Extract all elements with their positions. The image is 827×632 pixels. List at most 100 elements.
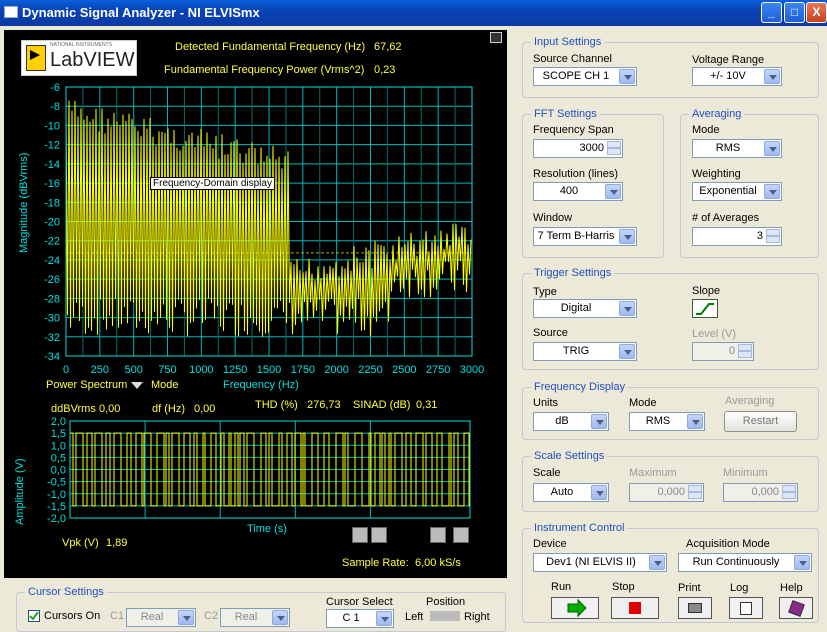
tooltip: Frequency-Domain display [150, 177, 275, 190]
spectrum-y-tick: -22 [44, 236, 60, 248]
weighting-label: Weighting [692, 168, 741, 180]
minimize-button[interactable]: _ [761, 2, 782, 23]
power-spectrum-label[interactable]: Power Spectrum [46, 379, 127, 391]
minimum-input[interactable]: 0,000 [723, 483, 798, 502]
weighting-select[interactable]: Exponential [692, 182, 782, 201]
device-select[interactable]: Dev1 (NI ELVIS II) [533, 553, 667, 572]
trigger-type-label: Type [533, 286, 557, 298]
print-button[interactable] [678, 597, 712, 619]
chevron-down-icon[interactable] [794, 555, 810, 570]
chevron-down-icon[interactable] [764, 184, 780, 199]
help-button[interactable] [779, 597, 813, 619]
restart-button[interactable]: Restart [724, 411, 797, 432]
close-button[interactable]: X [806, 2, 827, 23]
chevron-down-icon[interactable] [591, 485, 607, 500]
slope-rising-button[interactable] [692, 299, 718, 318]
resolution-label: Resolution (lines) [533, 168, 618, 180]
acq-mode-select[interactable]: Run Continuously [678, 553, 812, 572]
time-graph[interactable]: 2,01,51,00,50,0-0,5-1,0-1,5-2,000,0250,0… [4, 414, 507, 526]
x-autoscale-icon[interactable] [430, 527, 446, 543]
c1-label: C1 [110, 610, 125, 622]
spectrum-y-tick: -6 [50, 82, 60, 94]
spectrum-y-tick: -30 [44, 313, 60, 325]
fund-freq-label: Detected Fundamental Frequency (Hz) [175, 41, 366, 53]
device-label: Device [533, 538, 567, 550]
stop-button[interactable] [611, 597, 659, 619]
trigger-settings-title: Trigger Settings [531, 267, 615, 279]
spectrum-x-tick: 1750 [291, 364, 315, 376]
window-title: Dynamic Signal Analyzer - NI ELVISmx [22, 5, 260, 20]
num-averages-input[interactable]: 3 [692, 227, 782, 246]
spectrum-y-tick: -20 [44, 217, 60, 229]
y-autoscale-icon[interactable] [453, 527, 469, 543]
spectrum-y-tick: -18 [44, 197, 60, 209]
c1-select[interactable]: Real [126, 608, 196, 627]
instrument-control-title: Instrument Control [531, 522, 628, 534]
spectrum-y-tick: -26 [44, 274, 60, 286]
position-slider[interactable] [430, 611, 460, 621]
spectrum-x-tick: 1500 [257, 364, 281, 376]
power-spectrum-dropdown-icon[interactable] [131, 382, 143, 389]
avg-mode-select[interactable]: RMS [692, 139, 782, 158]
frequency-span-input[interactable]: 3000 [533, 139, 623, 158]
chevron-down-icon[interactable] [619, 344, 635, 359]
spectrum-y-tick: -16 [44, 178, 60, 190]
scale-select[interactable]: Auto [533, 483, 609, 502]
source-channel-select[interactable]: SCOPE CH 1 [533, 67, 637, 86]
printer-icon [688, 603, 702, 613]
chevron-down-icon[interactable] [687, 414, 703, 429]
time-y-tick: -0,5 [47, 477, 66, 489]
run-button[interactable] [551, 597, 599, 619]
fd-mode-select[interactable]: RMS [629, 412, 705, 431]
spectrum-y-tick: -14 [44, 159, 60, 171]
c2-select[interactable]: Real [220, 608, 290, 627]
title-bar[interactable]: Dynamic Signal Analyzer - NI ELVISmx _ □… [0, 0, 827, 26]
time-y-tick: 0,0 [51, 465, 66, 477]
restore-graph-icon[interactable] [490, 32, 502, 43]
trigger-source-label: Source [533, 327, 568, 339]
spectrum-graph[interactable]: -6 -8 -10 -12 -14 -16 -18 -20 -22 -24 -26 -28 -30 -32… [4, 80, 507, 380]
zoom-tool-icon[interactable] [371, 527, 387, 543]
time-x-label: Time (s) [247, 523, 287, 535]
chevron-down-icon[interactable] [649, 555, 665, 570]
time-y-tick: -1,0 [47, 489, 66, 501]
trigger-type-select[interactable]: Digital [533, 299, 637, 318]
resolution-select[interactable]: 400 [533, 182, 623, 201]
chevron-down-icon[interactable] [605, 184, 621, 199]
chevron-down-icon[interactable] [178, 610, 194, 625]
spectrum-x-tick: 500 [124, 364, 142, 376]
crosshair-tool-icon[interactable] [352, 527, 368, 543]
spectrum-y-tick: -24 [44, 255, 60, 267]
window-label: Window [533, 212, 573, 224]
cursors-on-checkbox[interactable] [28, 610, 40, 622]
spectrum-y-tick: -28 [44, 293, 60, 305]
trigger-source-select[interactable]: TRIG [533, 342, 637, 361]
level-input[interactable]: 0 [692, 342, 754, 361]
chevron-down-icon[interactable] [764, 69, 780, 84]
checkmark-icon [29, 611, 39, 621]
chevron-down-icon[interactable] [619, 229, 635, 244]
voltage-range-select[interactable]: +/- 10V [692, 67, 782, 86]
spectrum-x-tick: 3000 [460, 364, 484, 376]
time-y-tick: 2,0 [51, 416, 66, 428]
chevron-down-icon[interactable] [591, 414, 607, 429]
chevron-down-icon[interactable] [272, 610, 288, 625]
spectrum-x-tick: 750 [158, 364, 176, 376]
chevron-down-icon[interactable] [764, 141, 780, 156]
right-label: Right [464, 611, 490, 623]
units-label: Units [533, 397, 559, 409]
acq-mode-label: Acquisition Mode [686, 538, 770, 550]
maximize-button[interactable]: □ [784, 2, 805, 23]
log-button[interactable] [729, 597, 763, 619]
spectrum-y-tick: -32 [44, 332, 60, 344]
help-label: Help [780, 582, 803, 594]
cursors-on-label: Cursors On [44, 610, 101, 622]
sample-rate-label: Sample Rate: [342, 557, 409, 569]
units-select[interactable]: dB [533, 412, 609, 431]
window-select[interactable]: 7 Term B-Harris [533, 227, 637, 246]
chevron-down-icon[interactable] [619, 301, 635, 316]
maximum-input[interactable]: 0,000 [629, 483, 704, 502]
spectrum-y-tick: -34 [44, 351, 60, 363]
spectrum-x-tick: 2250 [358, 364, 382, 376]
chevron-down-icon[interactable] [619, 69, 635, 84]
